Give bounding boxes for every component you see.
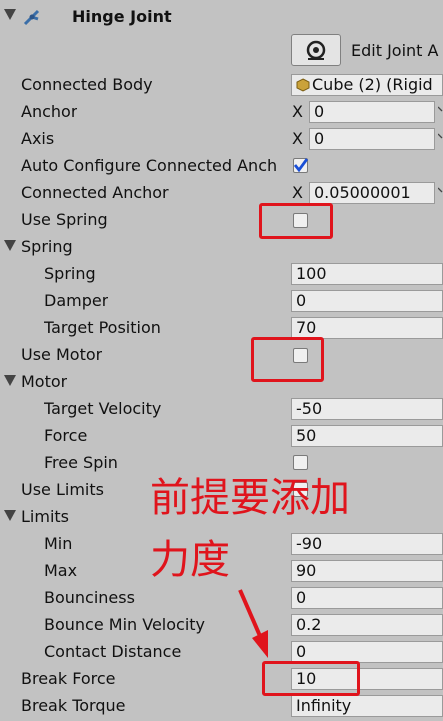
anchor-x-field[interactable]: 0 xyxy=(309,101,435,123)
hinge-joint-icon xyxy=(22,7,42,27)
use-motor-row: Use Motor xyxy=(0,342,443,369)
target-velocity-row: Target Velocity -50 xyxy=(0,396,443,423)
connected-body-row: Connected Body Cube (2) (Rigid xyxy=(0,72,443,99)
connected-anchor-row: Connected Anchor X 0.05000001 xyxy=(0,180,443,207)
edit-joint-icon xyxy=(304,39,328,65)
free-spin-label: Free Spin xyxy=(44,453,118,472)
bounciness-row: Bounciness 0 xyxy=(0,585,443,612)
break-torque-field[interactable]: Infinity xyxy=(291,695,443,717)
break-torque-row: Break Torque Infinity xyxy=(0,693,443,720)
break-torque-label: Break Torque xyxy=(21,696,126,715)
spring-label: Spring xyxy=(44,264,96,283)
connected-anchor-label: Connected Anchor xyxy=(21,183,169,202)
checkmark-icon xyxy=(293,158,309,173)
bounciness-label: Bounciness xyxy=(44,588,135,607)
target-position-field[interactable]: 70 xyxy=(291,317,443,339)
target-position-label: Target Position xyxy=(44,318,161,337)
bounciness-field[interactable]: 0 xyxy=(291,587,443,609)
highlight-use-spring xyxy=(259,203,333,239)
max-field[interactable]: 90 xyxy=(291,560,443,582)
use-motor-label: Use Motor xyxy=(21,345,103,364)
motor-section-label: Motor xyxy=(21,372,68,391)
edit-joint-label: Edit Joint A xyxy=(351,41,439,60)
use-spring-row: Use Spring xyxy=(0,207,443,234)
axis-label: Axis xyxy=(21,129,55,148)
spring-field[interactable]: 100 xyxy=(291,263,443,285)
anchor-y-field[interactable] xyxy=(437,103,443,123)
edit-joint-button[interactable] xyxy=(291,34,341,66)
annotation-arrow-icon xyxy=(238,589,268,658)
contact-distance-label: Contact Distance xyxy=(44,642,182,661)
target-position-row: Target Position 70 xyxy=(0,315,443,342)
auto-configure-checkbox[interactable] xyxy=(293,158,309,173)
collapse-triangle-icon[interactable] xyxy=(4,9,16,20)
connected-anchor-x-field[interactable]: 0.05000001 xyxy=(309,182,435,204)
axis-row: Axis X 0 xyxy=(0,126,443,153)
expand-triangle-icon[interactable] xyxy=(4,240,16,251)
min-field[interactable]: -90 xyxy=(291,533,443,555)
limits-section-label: Limits xyxy=(21,507,69,526)
connected-body-label: Connected Body xyxy=(21,75,153,94)
bounce-min-velocity-label: Bounce Min Velocity xyxy=(44,615,206,634)
axis-y-field[interactable] xyxy=(437,130,443,150)
component-header: Hinge Joint xyxy=(0,0,443,32)
annotation-line-1: 前提要添加 xyxy=(150,475,350,521)
anchor-label: Anchor xyxy=(21,102,78,121)
min-label: Min xyxy=(44,534,73,553)
use-spring-label: Use Spring xyxy=(21,210,108,229)
damper-field[interactable]: 0 xyxy=(291,290,443,312)
spring-section-row[interactable]: Spring xyxy=(0,234,443,261)
contact-distance-field[interactable]: 0 xyxy=(291,641,443,663)
target-velocity-field[interactable]: -50 xyxy=(291,398,443,420)
force-field[interactable]: 50 xyxy=(291,425,443,447)
target-velocity-label: Target Velocity xyxy=(44,399,162,418)
highlight-use-motor xyxy=(251,337,324,382)
max-label: Max xyxy=(44,561,78,580)
damper-row: Damper 0 xyxy=(0,288,443,315)
bounce-min-velocity-row: Bounce Min Velocity 0.2 xyxy=(0,612,443,639)
force-label: Force xyxy=(44,426,88,445)
connected-body-value: Cube (2) (Rigid xyxy=(312,75,433,94)
connected-body-field[interactable]: Cube (2) (Rigid xyxy=(291,74,443,96)
use-limits-label: Use Limits xyxy=(21,480,104,499)
anchor-axis-label: X xyxy=(292,102,303,121)
connected-anchor-y-field[interactable] xyxy=(437,184,443,204)
highlight-break-force xyxy=(262,661,360,696)
connected-anchor-axis-label: X xyxy=(292,183,303,202)
edit-joint-row: Edit Joint A xyxy=(0,32,443,70)
bounce-min-velocity-field[interactable]: 0.2 xyxy=(291,614,443,636)
spring-row: Spring 100 xyxy=(0,261,443,288)
auto-configure-label: Auto Configure Connected Anch xyxy=(21,156,278,175)
expand-triangle-icon[interactable] xyxy=(4,510,16,521)
axis-x-field[interactable]: 0 xyxy=(309,128,435,150)
break-force-label: Break Force xyxy=(21,669,116,688)
break-force-row: Break Force 10 xyxy=(0,666,443,693)
free-spin-row: Free Spin xyxy=(0,450,443,477)
damper-label: Damper xyxy=(44,291,109,310)
spring-section-label: Spring xyxy=(21,237,73,256)
cube-icon xyxy=(296,78,310,95)
expand-triangle-icon[interactable] xyxy=(4,375,16,386)
annotation-line-2: 力度 xyxy=(150,537,230,583)
motor-section-row[interactable]: Motor xyxy=(0,369,443,396)
anchor-row: Anchor X 0 xyxy=(0,99,443,126)
axis-axis-label: X xyxy=(292,129,303,148)
component-title: Hinge Joint xyxy=(72,7,172,26)
force-row: Force 50 xyxy=(0,423,443,450)
free-spin-checkbox[interactable] xyxy=(293,455,308,470)
contact-distance-row: Contact Distance 0 xyxy=(0,639,443,666)
auto-configure-row: Auto Configure Connected Anch xyxy=(0,153,443,180)
